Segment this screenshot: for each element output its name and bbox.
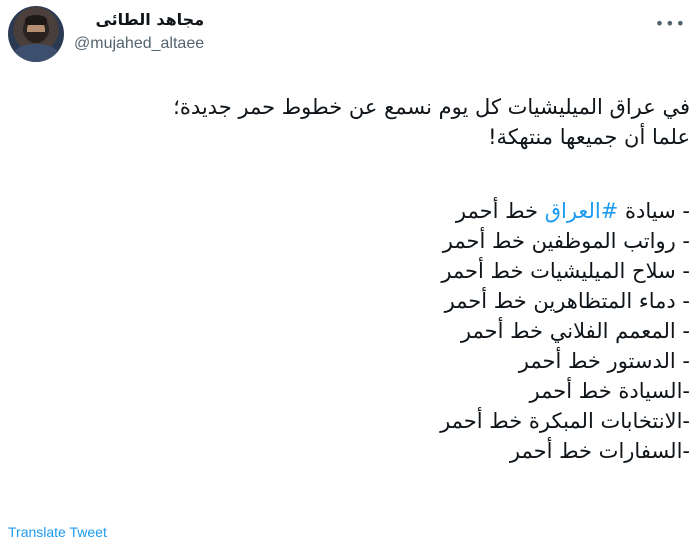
list-item: - دماء المتظاهرين خط أحمر [444, 289, 690, 313]
tweet-card: مجاهد الطائى @mujahed_altaee ••• في عراق… [0, 0, 700, 547]
display-name[interactable]: مجاهد الطائى [74, 10, 204, 30]
list-item-prefix: - سيادة [618, 199, 690, 223]
list-item: -السيادة خط أحمر [529, 379, 690, 403]
list-item: - سلاح الميليشيات خط أحمر [441, 259, 690, 283]
author-names[interactable]: مجاهد الطائى @mujahed_altaee [74, 10, 204, 55]
list-item: - سيادة #العراق خط أحمر [10, 196, 690, 226]
avatar-hair [25, 15, 47, 25]
list-item: -الانتخابات المبكرة خط أحمر [440, 409, 690, 433]
more-options-icon[interactable]: ••• [655, 14, 686, 33]
tweet-intro-line: علما أن جميعها منتهكة! [488, 125, 690, 149]
avatar-shirt [14, 44, 58, 62]
tweet-body: في عراق الميليشيات كل يوم نسمع عن خطوط ح… [10, 92, 690, 466]
list-item: -السفارات خط أحمر [509, 439, 690, 463]
list-item: - الدستور خط أحمر [518, 349, 690, 373]
tweet-header: مجاهد الطائى @mujahed_altaee ••• [0, 0, 700, 70]
list-item: - رواتب الموظفين خط أحمر [442, 229, 690, 253]
translate-tweet-link[interactable]: Translate Tweet [8, 523, 107, 541]
hashtag-link[interactable]: #العراق [545, 199, 619, 223]
tweet-intro-line: في عراق الميليشيات كل يوم نسمع عن خطوط ح… [173, 95, 690, 119]
list-item: - المعمم الفلاني خط أحمر [460, 319, 690, 343]
avatar-beard [27, 32, 45, 43]
user-handle[interactable]: @mujahed_altaee [74, 33, 204, 55]
avatar[interactable] [8, 6, 64, 62]
list-item-suffix: خط أحمر [455, 199, 545, 223]
